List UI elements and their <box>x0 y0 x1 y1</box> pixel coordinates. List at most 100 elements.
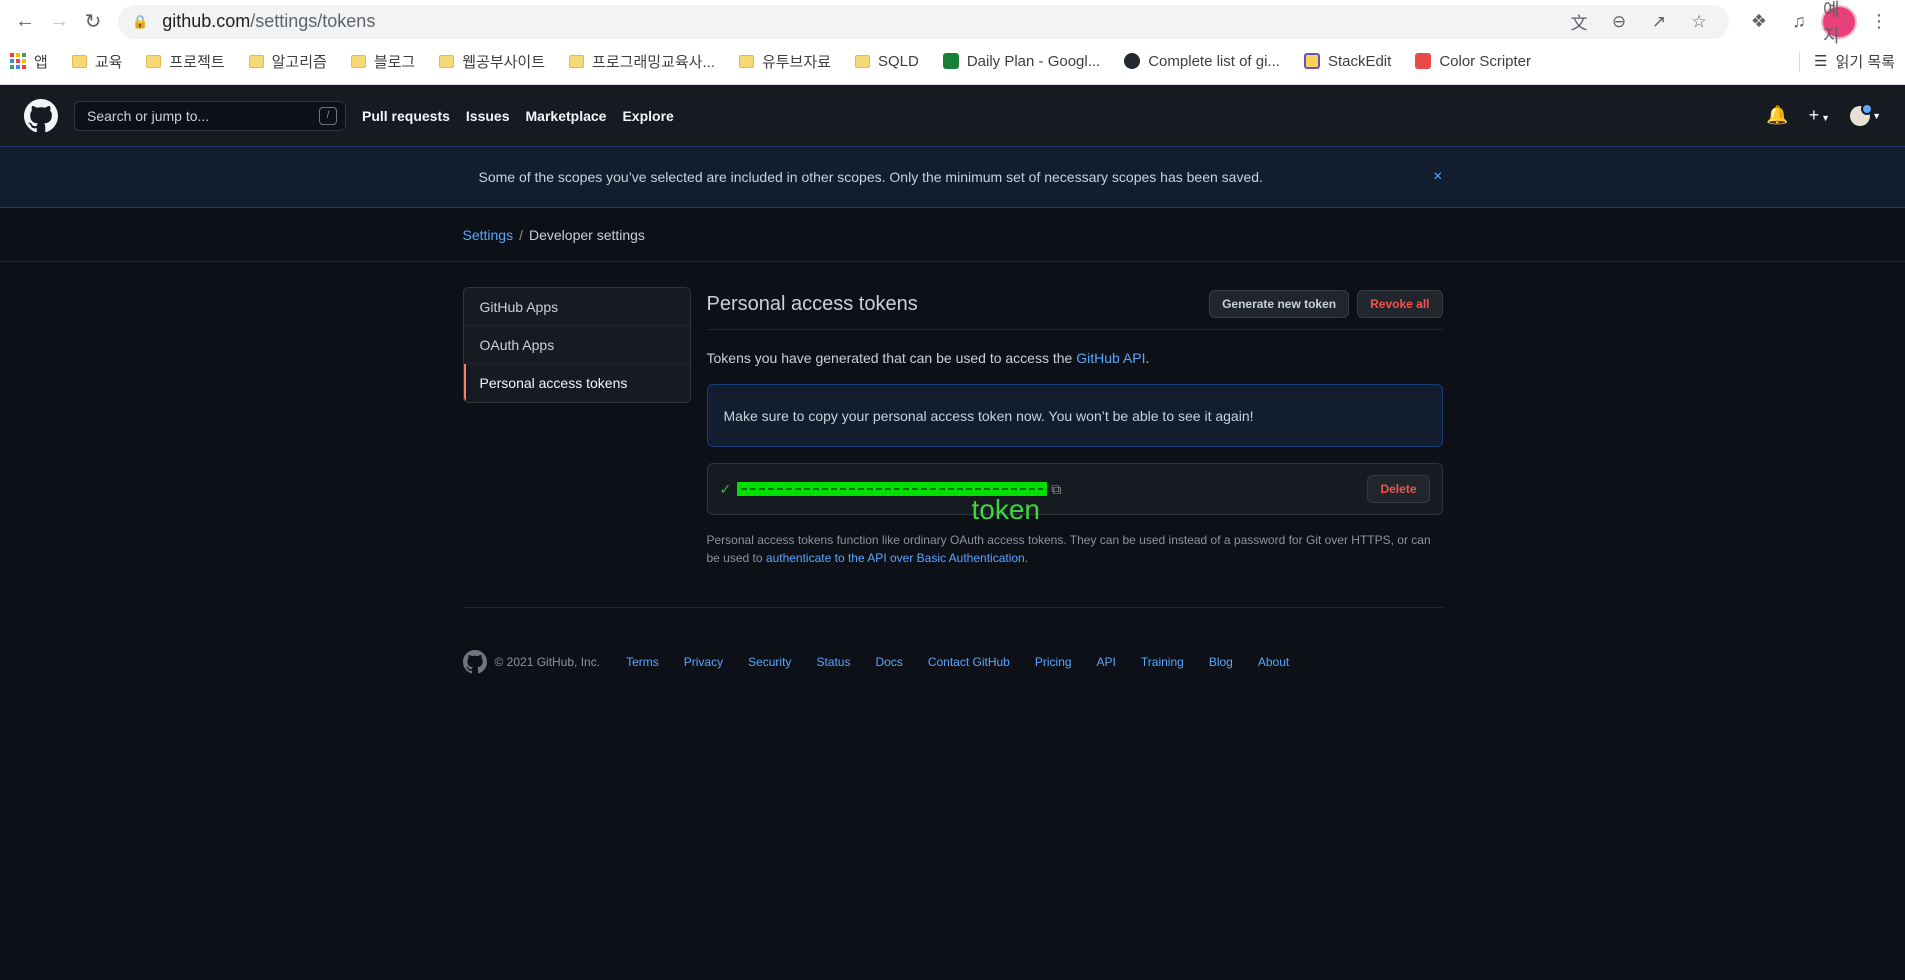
notice-text: Make sure to copy your personal access t… <box>723 407 1254 424</box>
sidebar-item-github-apps[interactable]: GitHub Apps <box>463 288 690 326</box>
bookmark-folder[interactable]: 교육 <box>71 51 122 72</box>
bookmark-folder[interactable]: 웹공부사이트 <box>439 51 545 72</box>
bookmark-star-icon[interactable]: ☆ <box>1683 6 1715 38</box>
bookmark-label: Complete list of gi... <box>1148 52 1280 70</box>
basic-auth-link[interactable]: authenticate to the API over Basic Authe… <box>766 551 1025 565</box>
breadcrumb-separator: / <box>519 226 523 243</box>
footer-link-privacy[interactable]: Privacy <box>684 655 723 669</box>
intro-text: Tokens you have generated that can be us… <box>707 350 1443 366</box>
url-host: github.com <box>162 11 251 31</box>
bookmark-label: 블로그 <box>373 53 416 71</box>
bookmark-color-scripter[interactable]: Color Scripter <box>1415 53 1531 70</box>
github-logo-icon[interactable] <box>24 98 58 133</box>
footer-link-training[interactable]: Training <box>1141 655 1184 669</box>
zoom-out-icon[interactable]: ⊖ <box>1603 6 1635 38</box>
folder-icon <box>350 54 366 68</box>
footer-link-blog[interactable]: Blog <box>1209 655 1233 669</box>
sidebar-item-personal-access-tokens[interactable]: Personal access tokens <box>463 364 690 402</box>
bookmark-label: 알고리즘 <box>271 53 327 71</box>
stackedit-icon <box>1303 53 1320 69</box>
footer-link-about[interactable]: About <box>1258 655 1289 669</box>
folder-icon <box>738 54 754 68</box>
forward-arrow-icon[interactable]: → <box>42 5 76 39</box>
flash-banner: Some of the scopes you’ve selected are i… <box>0 146 1905 208</box>
profile-avatar[interactable]: 예지 <box>1821 0 1857 46</box>
bookmarks-bar: 앱 교육 프로젝트 알고리즘 블로그 웹공부사이트 프로그래밍교육사... 유투… <box>0 43 1905 79</box>
bookmark-folder[interactable]: 블로그 <box>350 51 416 72</box>
delete-token-button[interactable]: Delete <box>1367 475 1430 503</box>
bookmark-label: Daily Plan - Googl... <box>966 52 1101 70</box>
reload-icon[interactable]: ↻ <box>76 5 110 39</box>
breadcrumb-bar: Settings / Developer settings <box>0 208 1905 262</box>
close-icon[interactable]: × <box>1433 168 1442 186</box>
reading-list-icon: ☰ <box>1814 53 1828 70</box>
flash-message: Some of the scopes you’ve selected are i… <box>478 169 1263 185</box>
search-placeholder: Search or jump to... <box>87 107 210 124</box>
nav-issues[interactable]: Issues <box>466 108 510 124</box>
translate-icon[interactable]: 文 <box>1563 6 1595 38</box>
bookmark-folder[interactable]: 프로젝트 <box>146 51 225 72</box>
bookmark-label: 프로그래밍교육사... <box>592 53 715 71</box>
media-control-icon[interactable]: ♫ <box>1781 5 1817 39</box>
copy-token-notice: Make sure to copy your personal access t… <box>706 384 1443 447</box>
bookmark-folder[interactable]: SQLD <box>854 53 919 70</box>
footer-link-security[interactable]: Security <box>748 655 791 669</box>
footer-link-pricing[interactable]: Pricing <box>1035 655 1072 669</box>
bookmark-folder[interactable]: 알고리즘 <box>248 51 327 72</box>
bookmark-folder[interactable]: 프로그래밍교육사... <box>569 51 715 72</box>
generate-new-token-button[interactable]: Generate new token <box>1209 290 1350 318</box>
create-new-plus-icon[interactable]: + ▼ <box>1809 105 1830 126</box>
footer-link-api[interactable]: API <box>1097 655 1116 669</box>
footer: © 2021 GitHub, Inc. Terms Privacy Securi… <box>462 607 1443 674</box>
extension-area: ❖ ♫ 예지 ⋮ <box>1741 0 1897 46</box>
footer-link-status[interactable]: Status <box>816 655 850 669</box>
tokens-content: Personal access tokens Generate new toke… <box>706 287 1443 567</box>
apps-grid-icon <box>10 53 26 69</box>
revoke-all-button[interactable]: Revoke all <box>1357 290 1443 318</box>
extensions-puzzle-icon[interactable]: ❖ <box>1741 5 1777 39</box>
github-api-link[interactable]: GitHub API <box>1076 350 1145 366</box>
profile-label: 예지 <box>1821 0 1857 46</box>
chevron-down-icon: ▼ <box>1872 110 1881 121</box>
share-icon[interactable]: ↗ <box>1643 6 1675 38</box>
copy-icon[interactable]: ⧉ <box>1051 481 1061 498</box>
footer-link-terms[interactable]: Terms <box>626 655 659 669</box>
breadcrumb-current: Developer settings <box>528 226 645 243</box>
bookmark-folder[interactable]: 유투브자료 <box>738 51 831 72</box>
search-input[interactable]: Search or jump to... / <box>74 100 346 131</box>
help-text-end: . <box>1024 551 1029 565</box>
back-arrow-icon[interactable]: ← <box>8 5 42 39</box>
nav-pull-requests[interactable]: Pull requests <box>362 108 450 124</box>
address-bar[interactable]: 🔒 github.com/settings/tokens 文 ⊖ ↗ ☆ <box>118 4 1729 39</box>
bookmark-label: 앱 <box>34 53 48 71</box>
bookmark-github-list[interactable]: Complete list of gi... <box>1124 53 1280 70</box>
bookmark-label: 웹공부사이트 <box>462 53 546 71</box>
address-row: ← → ↻ 🔒 github.com/settings/tokens 文 ⊖ ↗… <box>0 0 1905 46</box>
url-path: /settings/tokens <box>250 11 376 31</box>
settings-main: GitHub Apps OAuth Apps Personal access t… <box>462 287 1443 567</box>
user-menu[interactable]: ▼ <box>1850 102 1881 126</box>
bookmark-stackedit[interactable]: StackEdit <box>1303 53 1391 70</box>
intro-text-body: Tokens you have generated that can be us… <box>706 350 1077 366</box>
reading-list[interactable]: ☰ 읽기 목록 <box>1799 50 1895 72</box>
bookmark-label: 프로젝트 <box>169 53 225 71</box>
nav-explore[interactable]: Explore <box>622 108 673 124</box>
kebab-menu-icon[interactable]: ⋮ <box>1861 5 1897 39</box>
footer-link-docs[interactable]: Docs <box>875 655 902 669</box>
intro-text-end: . <box>1145 350 1150 366</box>
header-actions: 🔔 + ▼ ▼ <box>1766 102 1881 126</box>
bookmark-apps[interactable]: 앱 <box>10 51 48 72</box>
github-mark-icon[interactable] <box>462 650 487 674</box>
bell-icon[interactable]: 🔔 <box>1766 105 1788 126</box>
sidebar-item-oauth-apps[interactable]: OAuth Apps <box>463 326 690 364</box>
footer-link-contact[interactable]: Contact GitHub <box>928 655 1010 669</box>
search-shortcut-key: / <box>319 106 337 125</box>
breadcrumb-settings-link[interactable]: Settings <box>463 227 514 243</box>
nav-marketplace[interactable]: Marketplace <box>526 108 607 124</box>
check-icon: ✓ <box>719 480 732 497</box>
sheets-icon <box>942 53 959 69</box>
bookmark-daily-plan[interactable]: Daily Plan - Googl... <box>942 52 1101 70</box>
token-row: ✓ ⧉ token Delete <box>706 463 1443 525</box>
url-text[interactable]: github.com/settings/tokens <box>162 11 1563 32</box>
folder-icon <box>854 54 870 68</box>
